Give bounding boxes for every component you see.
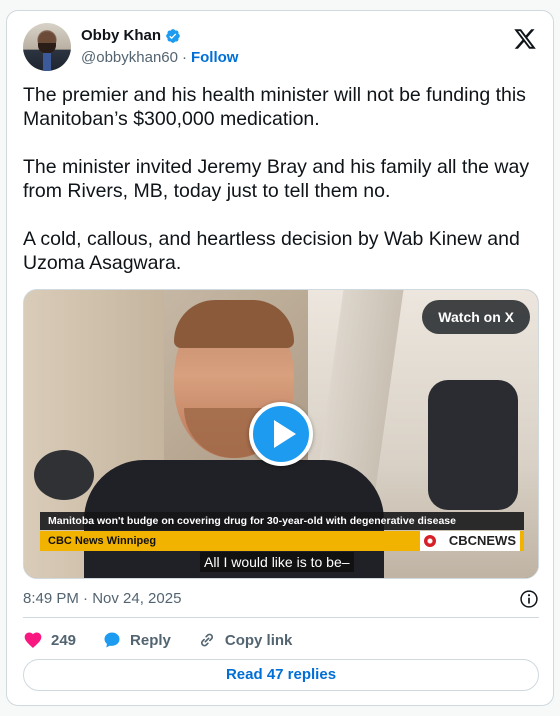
avatar-tie — [43, 53, 51, 71]
video-frame-wheelchair — [428, 380, 518, 510]
action-bar: 249 Reply Copy link — [23, 625, 292, 655]
post-text: The premier and his health minister will… — [23, 84, 530, 274]
video-frame-microphone — [34, 450, 94, 500]
like-button[interactable]: 249 — [23, 630, 76, 650]
like-count: 249 — [51, 631, 77, 649]
post-timestamp[interactable]: 8:49 PM · Nov 24, 2025 — [23, 590, 181, 607]
watch-on-x-button[interactable]: Watch on X — [422, 300, 530, 334]
author-avatar[interactable] — [23, 23, 71, 71]
author-display-name[interactable]: Obby Khan — [81, 27, 161, 44]
video-caption: All I would like is to be– — [200, 552, 354, 572]
author-name-row: Obby Khan — [81, 27, 181, 44]
cbc-news-logo-text: CBCNEWS — [448, 533, 516, 548]
news-lower-third: Manitoba won't budge on covering drug fo… — [24, 512, 538, 551]
news-headline: Manitoba won't budge on covering drug fo… — [40, 512, 524, 530]
embedded-post-card: Obby Khan @obbykhan60 · Follow The premi… — [6, 10, 554, 706]
cbc-news-logo: CBCNEWS — [420, 531, 520, 551]
x-logo-icon[interactable] — [513, 27, 537, 51]
copy-link-label: Copy link — [224, 631, 293, 649]
cbc-gem-icon — [424, 535, 436, 547]
link-icon — [200, 633, 213, 647]
timestamp-row: 8:49 PM · Nov 24, 2025 — [23, 587, 539, 611]
read-replies-button[interactable]: Read 47 replies — [23, 659, 539, 691]
reply-button[interactable]: Reply — [102, 630, 171, 650]
play-button[interactable] — [249, 402, 313, 466]
divider — [23, 617, 539, 618]
heart-icon — [24, 632, 42, 648]
reply-bubble-icon — [104, 632, 120, 648]
reply-label: Reply — [130, 631, 171, 649]
video-player[interactable]: Watch on X Manitoba won't budge on cover… — [23, 289, 539, 579]
post-header: Obby Khan @obbykhan60 · Follow — [23, 23, 539, 73]
info-icon[interactable] — [519, 589, 539, 609]
follow-link[interactable]: Follow — [191, 49, 239, 66]
author-handle-row: @obbykhan60 · Follow — [81, 49, 238, 66]
author-handle[interactable]: @obbykhan60 — [81, 49, 178, 66]
copy-link-button[interactable]: Copy link — [197, 630, 293, 650]
play-icon — [274, 420, 296, 448]
handle-separator: · — [181, 49, 187, 66]
video-frame-person-hair — [174, 300, 294, 348]
verified-badge-icon — [166, 28, 180, 43]
